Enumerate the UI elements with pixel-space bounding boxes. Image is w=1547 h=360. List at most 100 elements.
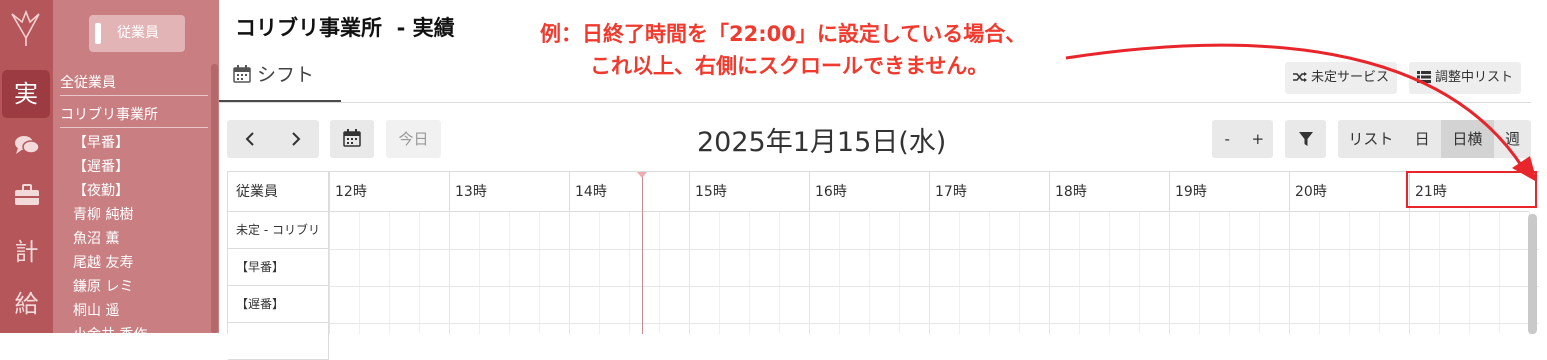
annotation-line-1: 例：日終了時間を「22:00」に設定している場合、 bbox=[540, 22, 1027, 46]
timeline-grid: 従業員 12時 13時 14時 15時 16時 17時 18時 19時 20時 … bbox=[227, 171, 1540, 360]
next-day-button[interactable] bbox=[273, 120, 319, 158]
grid-vertical-line bbox=[959, 212, 960, 334]
list-icon bbox=[1417, 71, 1431, 83]
hour-header: 15時 bbox=[689, 172, 809, 212]
grid-vertical-line bbox=[779, 212, 780, 334]
grid-vertical-line bbox=[1319, 212, 1320, 334]
rail-item-actual[interactable]: 実 bbox=[2, 70, 50, 118]
sidebar-item-night-shift[interactable]: 【夜勤】 bbox=[73, 180, 221, 200]
employee-toggle-button[interactable]: 従業員 bbox=[89, 15, 185, 52]
annotation-line-2: これ以上、右側にスクロールできません。 bbox=[590, 54, 989, 78]
view-day-horizontal-button[interactable]: 日横 bbox=[1440, 120, 1495, 158]
sidebar-item-employee[interactable]: 小金井 秀作 bbox=[73, 324, 221, 344]
grid-vertical-line bbox=[1229, 212, 1230, 334]
hour-header: 13時 bbox=[449, 172, 569, 212]
sidebar-item-employee[interactable]: 鎌原 レミ bbox=[73, 276, 221, 296]
hour-header: 14時 bbox=[569, 172, 689, 212]
nav-arrows-group bbox=[227, 120, 319, 158]
rail-item-chat[interactable] bbox=[0, 134, 53, 156]
current-time-marker bbox=[637, 172, 647, 178]
grid-vertical-line bbox=[1469, 212, 1470, 334]
grid-vertical-line bbox=[689, 212, 690, 334]
grid-vertical-line bbox=[389, 212, 390, 334]
resource-row-label: 【早番】 bbox=[228, 249, 329, 286]
sidebar-item-employee[interactable]: 桐山 遥 bbox=[73, 300, 221, 320]
grid-horizontal-line bbox=[329, 249, 1539, 250]
grid-vertical-line bbox=[1079, 212, 1080, 334]
grid-vertical-line bbox=[449, 212, 450, 334]
resource-column-header: 従業員 bbox=[228, 172, 329, 212]
grid-vertical-line bbox=[1289, 212, 1290, 334]
grid-vertical-line bbox=[719, 212, 720, 334]
sidebar-item-office[interactable]: コリブリ事業所 bbox=[60, 104, 208, 128]
resource-row-label: 未定 - コリブリ bbox=[228, 212, 329, 249]
chevron-right-icon bbox=[292, 132, 301, 146]
tab-shift-label: シフト bbox=[257, 64, 315, 86]
sidebar-item-late-shift[interactable]: 【遅番】 bbox=[73, 156, 221, 176]
tab-shift[interactable]: シフト bbox=[219, 55, 341, 103]
hour-header: 20時 bbox=[1289, 172, 1409, 212]
zoom-out-button[interactable]: - bbox=[1212, 120, 1243, 158]
grid-horizontal-line bbox=[329, 323, 1539, 324]
grid-vertical-line bbox=[869, 212, 870, 334]
sidebar-item-all-employees[interactable]: 全従業員 bbox=[60, 72, 208, 96]
grid-vertical-line bbox=[509, 212, 510, 334]
grid-vertical-line bbox=[359, 212, 360, 334]
grid-vertical-line bbox=[1169, 212, 1170, 334]
grid-vertical-line bbox=[989, 212, 990, 334]
grid-vertical-line bbox=[1379, 212, 1380, 334]
grid-horizontal-line bbox=[329, 286, 1539, 287]
calendar-icon bbox=[343, 129, 361, 147]
timeline-scrollbar[interactable] bbox=[1528, 214, 1537, 334]
hour-header: 12時 bbox=[329, 172, 449, 212]
prev-day-button[interactable] bbox=[227, 120, 273, 158]
page-title: コリブリ事業所 - 実績 bbox=[235, 16, 455, 40]
grid-vertical-line bbox=[419, 212, 420, 334]
unassigned-service-label: 未定サービス bbox=[1311, 70, 1390, 85]
grid-vertical-line bbox=[1499, 212, 1500, 334]
current-time-line bbox=[642, 172, 643, 334]
adjusting-list-button[interactable]: 調整中リスト bbox=[1409, 62, 1522, 94]
grid-vertical-line bbox=[569, 212, 570, 334]
hour-header: 17時 bbox=[929, 172, 1049, 212]
current-date-title: 2025年1月15日(水) bbox=[697, 127, 947, 158]
hummingbird-logo-icon bbox=[11, 9, 40, 46]
grid-vertical-line bbox=[809, 212, 810, 334]
sidebar-item-early-shift[interactable]: 【早番】 bbox=[73, 132, 221, 152]
grid-vertical-line bbox=[1139, 212, 1140, 334]
grid-vertical-line bbox=[659, 212, 660, 334]
rail-item-work[interactable] bbox=[0, 184, 53, 206]
rail-item-salary[interactable]: 給 bbox=[0, 284, 53, 319]
view-list-button[interactable]: リスト bbox=[1338, 120, 1404, 158]
grid-vertical-line bbox=[1049, 212, 1050, 334]
unassigned-service-button[interactable]: 未定サービス bbox=[1285, 62, 1398, 94]
tab-divider bbox=[219, 102, 1531, 103]
grid-vertical-line bbox=[1349, 212, 1350, 334]
zoom-in-button[interactable]: + bbox=[1243, 120, 1274, 158]
sidebar-item-employee[interactable]: 青柳 純樹 bbox=[73, 204, 221, 224]
grid-vertical-line bbox=[899, 212, 900, 334]
view-switch-group: リスト 日 日横 週 bbox=[1338, 120, 1531, 158]
hour-header: 19時 bbox=[1169, 172, 1289, 212]
grid-vertical-line bbox=[629, 212, 630, 334]
grid-vertical-line bbox=[1019, 212, 1020, 334]
grid-vertical-line bbox=[929, 212, 930, 334]
filter-button[interactable] bbox=[1285, 120, 1326, 158]
chat-bubbles-icon bbox=[14, 136, 40, 154]
sidebar-scrollbar[interactable] bbox=[211, 64, 218, 333]
adjusting-list-label: 調整中リスト bbox=[1435, 70, 1514, 85]
grid-vertical-line bbox=[1439, 212, 1440, 334]
hour-header: 16時 bbox=[809, 172, 929, 212]
zoom-group: - + bbox=[1212, 120, 1273, 158]
view-week-button[interactable]: 週 bbox=[1494, 120, 1531, 158]
sidebar-item-employee[interactable]: 魚沼 薫 bbox=[73, 228, 221, 248]
view-day-button[interactable]: 日 bbox=[1404, 120, 1441, 158]
today-button[interactable]: 今日 bbox=[386, 120, 441, 158]
sidebar-item-employee[interactable]: 尾越 友寿 bbox=[73, 252, 221, 272]
highlight-box bbox=[1406, 171, 1537, 208]
resource-row-label bbox=[228, 323, 329, 360]
rail-item-plan[interactable]: 計 bbox=[0, 232, 53, 267]
icon-rail: 実 計 給 bbox=[0, 0, 53, 333]
grid-vertical-line bbox=[599, 212, 600, 334]
date-picker-button[interactable] bbox=[330, 120, 374, 158]
